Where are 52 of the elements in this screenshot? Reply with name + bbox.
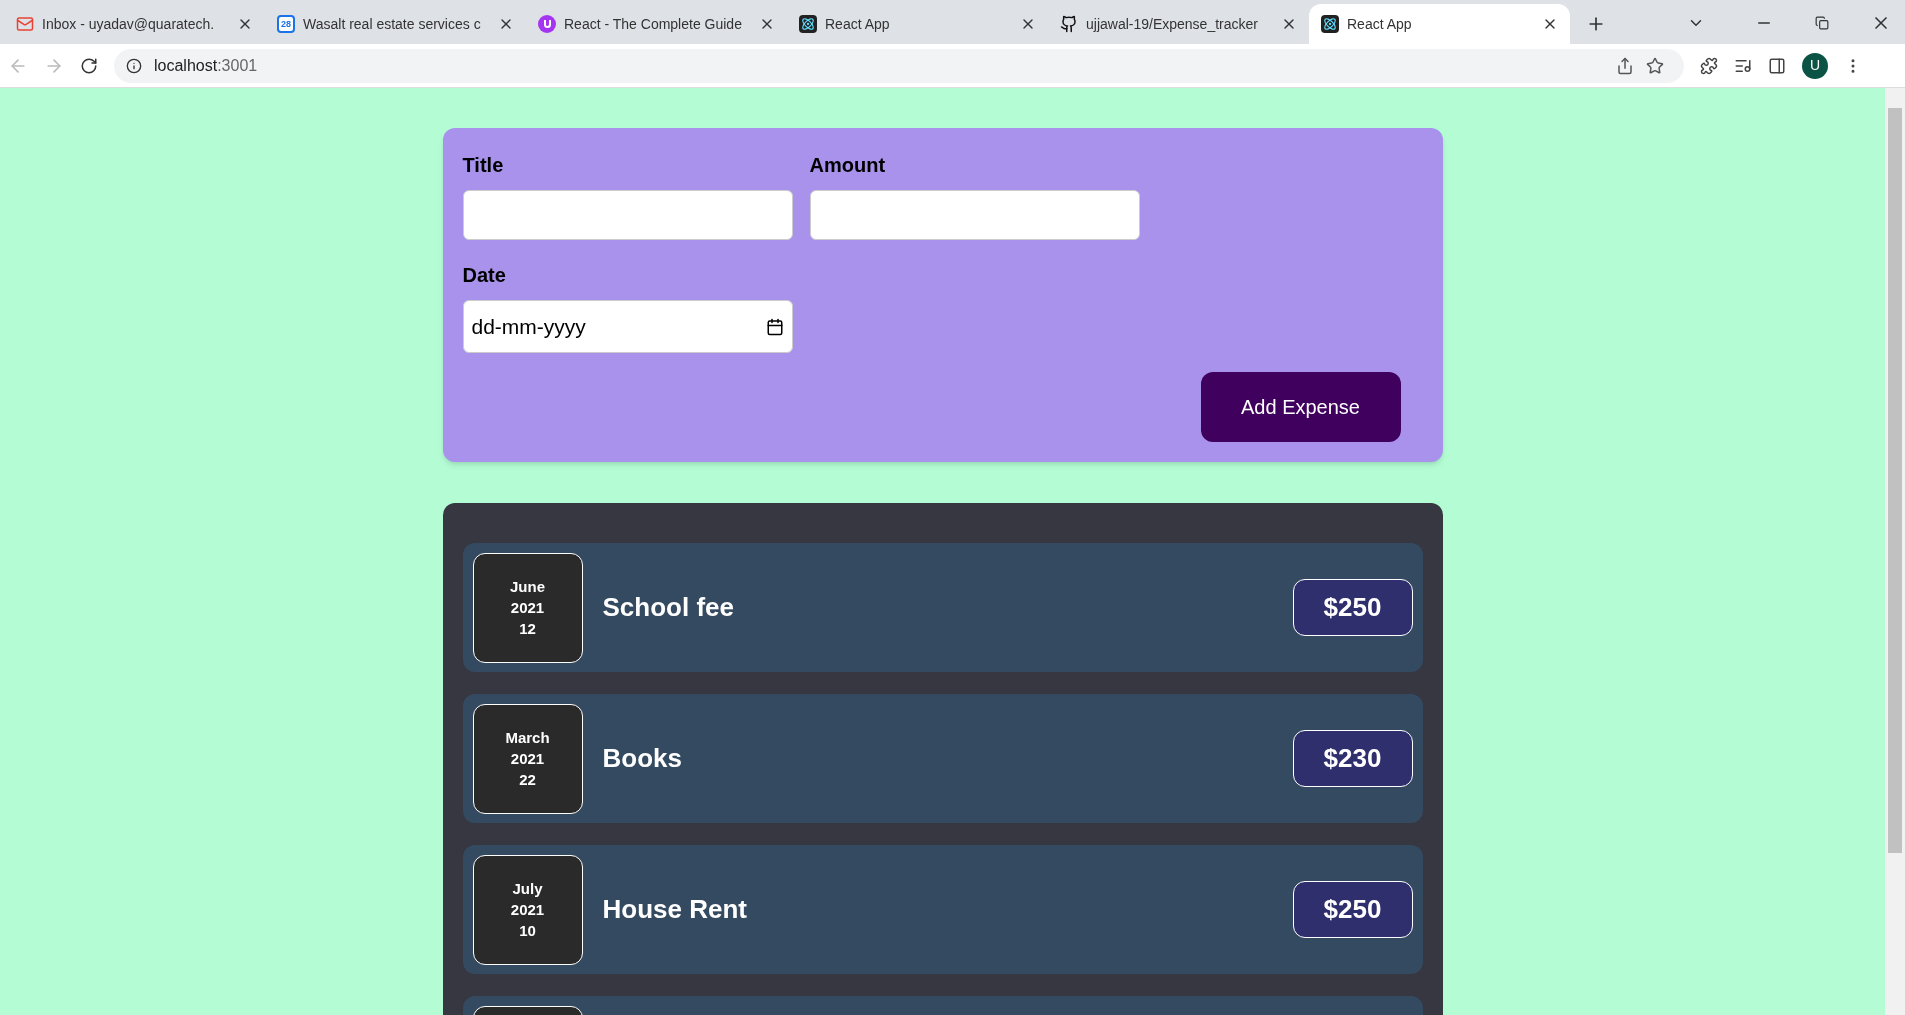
day-text: 22 <box>519 770 536 790</box>
tab-title: React - The Complete Guide <box>564 14 743 34</box>
expense-title: House Rent <box>602 893 748 926</box>
tab-title: React App <box>825 14 891 34</box>
side-panel-icon[interactable] <box>1768 56 1786 75</box>
browser-tab[interactable]: React App <box>787 4 1048 44</box>
tab-title: Wasalt real estate services c <box>303 14 482 34</box>
text-field[interactable] <box>462 190 793 240</box>
github-icon <box>1060 15 1078 33</box>
calendar-icon <box>765 317 784 336</box>
atom-icon <box>1321 15 1339 33</box>
expense-title: School fee <box>602 591 735 624</box>
course-icon <box>538 15 556 33</box>
field-label: Title <box>462 153 505 178</box>
info-icon[interactable] <box>126 57 142 74</box>
text-field[interactable] <box>809 190 1140 240</box>
profile-avatar[interactable]: U <box>1802 52 1828 79</box>
day-text: 10 <box>519 921 536 941</box>
add-expense-button[interactable]: Add Expense <box>1200 372 1401 442</box>
tab-title: ujjawal-19/Expense_tracker <box>1086 14 1259 34</box>
restore-icon[interactable] <box>1815 16 1829 30</box>
field-label: Amount <box>809 153 887 178</box>
year-text: 2021 <box>510 900 545 920</box>
browser-tab[interactable]: 28 Wasalt real estate services c <box>265 4 526 44</box>
field-label: Date <box>462 263 507 288</box>
year-text: 2021 <box>510 749 545 769</box>
date-field[interactable]: dd-mm-yyyy <box>462 300 793 353</box>
browser-tab[interactable]: ujjawal-19/Expense_tracker <box>1048 4 1309 44</box>
calendar-icon: 28 <box>277 15 295 33</box>
atom-icon <box>799 15 817 33</box>
expense-title: Books <box>602 742 683 775</box>
expense-amount: $230 <box>1292 730 1413 787</box>
month-text: July <box>512 879 543 899</box>
browser-tab[interactable]: React App <box>1309 4 1570 44</box>
day-text: 12 <box>519 619 536 639</box>
expense-amount: $250 <box>1292 881 1413 938</box>
expense-amount: $250 <box>1292 579 1413 636</box>
reload-icon[interactable] <box>80 56 98 75</box>
year-text: 2021 <box>510 598 545 618</box>
puzzle-icon[interactable] <box>1700 56 1718 75</box>
month-text: March <box>505 728 550 748</box>
share-icon[interactable] <box>1616 56 1634 75</box>
scrollbar[interactable] <box>1885 88 1905 1015</box>
month-text: June <box>510 577 545 597</box>
mail-icon <box>16 15 34 33</box>
address-bar[interactable]: localhost:3001 <box>114 48 1684 83</box>
url-text: localhost:3001 <box>154 55 259 76</box>
tab-title: Inbox - uyadav@quaratech. <box>42 14 216 34</box>
star-icon[interactable] <box>1646 56 1664 75</box>
tab-title: React App <box>1347 14 1413 34</box>
browser-tab[interactable]: Inbox - uyadav@quaratech. <box>4 4 265 44</box>
browser-tab[interactable]: React - The Complete Guide <box>526 4 787 44</box>
